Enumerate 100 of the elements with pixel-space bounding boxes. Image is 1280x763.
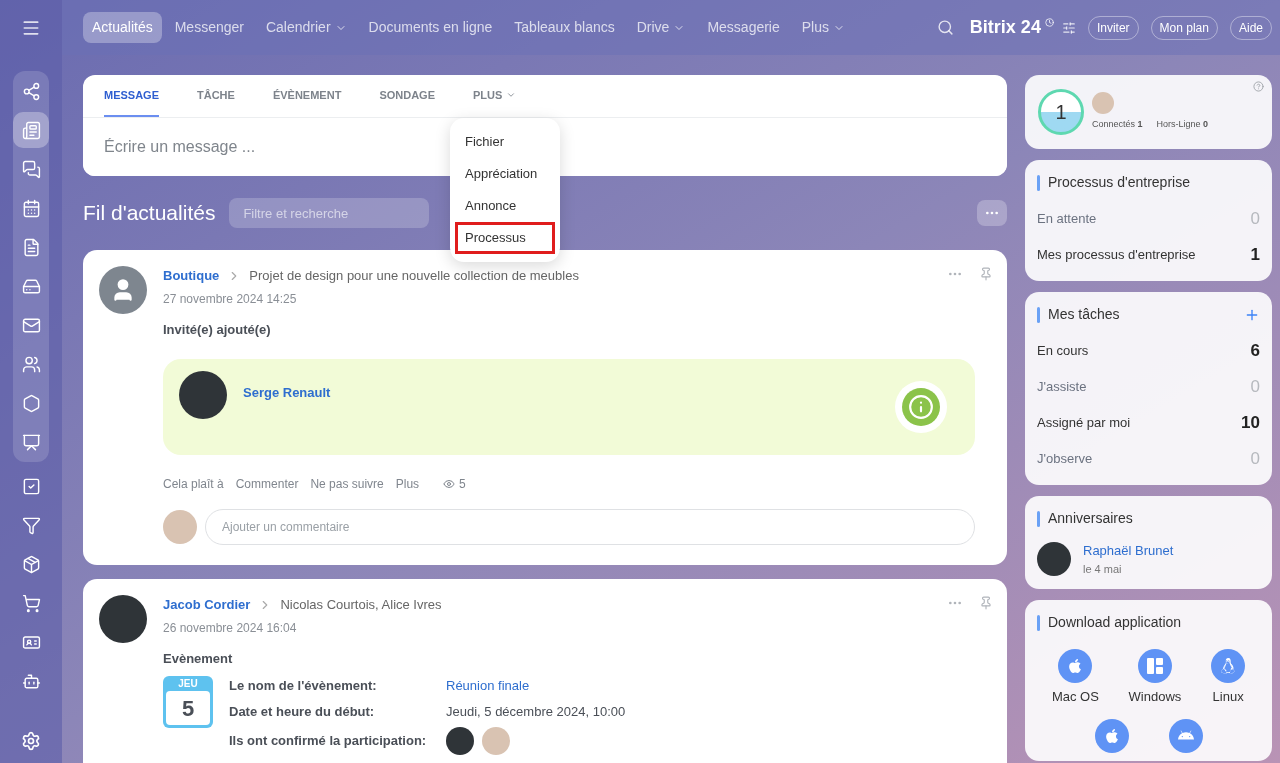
post-action-link[interactable]: Cela plaît à xyxy=(163,475,224,493)
post-heading: Invité(e) ajouté(e) xyxy=(163,320,272,339)
field-label: Le nom de l'évènement: xyxy=(229,677,378,695)
avatar-placeholder xyxy=(179,371,227,419)
post-heading: Evènement xyxy=(163,649,234,668)
counter-value: 10 xyxy=(1241,412,1260,435)
calendar-weekday: JEU xyxy=(178,677,198,691)
birthday-date: le 4 mai xyxy=(1083,561,1123,577)
pin-icon[interactable] xyxy=(979,596,993,610)
nav-tab[interactable]: Messagerie xyxy=(698,12,789,43)
more-button[interactable] xyxy=(977,200,1007,226)
apple-icon xyxy=(1067,658,1084,674)
avatar-placeholder xyxy=(446,727,474,755)
nav-tab[interactable]: Plus xyxy=(792,12,854,43)
nav-tab[interactable]: Calendrier xyxy=(256,12,356,43)
robot-app-button[interactable] xyxy=(1168,718,1203,753)
post-recipients: Projet de design pour une nouvelle collection de meubles xyxy=(249,267,579,285)
offline-label: Hors-Ligne 0 xyxy=(1156,118,1209,132)
counter-value: 0 xyxy=(1250,376,1260,399)
composer-tab[interactable]: TÂCHE xyxy=(197,75,235,117)
counter-row[interactable]: Assigné par moi 10 xyxy=(1037,405,1260,441)
avatar-placeholder xyxy=(163,510,197,544)
widget-title: Anniversaires xyxy=(1048,509,1133,528)
counter-row[interactable]: Mes processus d'entreprise 1 xyxy=(1037,237,1260,273)
app-label: Linux xyxy=(1212,688,1244,706)
event-name-link[interactable]: Réunion finale xyxy=(446,676,626,696)
author-link[interactable]: Jacob Cordier xyxy=(163,595,251,615)
sidebar-item[interactable] xyxy=(13,112,49,148)
pin-icon[interactable] xyxy=(979,267,993,281)
guest-link[interactable]: Serge Renault xyxy=(243,383,331,403)
counter-label: Mes processus d'entreprise xyxy=(1037,246,1196,265)
grid-app-button[interactable] xyxy=(1137,649,1172,683)
counter-row[interactable]: J'assiste 0 xyxy=(1037,369,1260,405)
menu-item[interactable]: Annonce xyxy=(455,190,555,222)
penguin-icon xyxy=(1220,658,1237,674)
counter-row[interactable]: En attente 0 xyxy=(1037,201,1260,237)
post-action-link[interactable]: Plus xyxy=(395,475,420,493)
post-action-link[interactable]: Commenter xyxy=(235,475,299,493)
comment-field[interactable]: Ajouter un commentaire xyxy=(205,509,975,545)
avatar-placeholder xyxy=(482,727,510,755)
nav-tab[interactable]: Tableaux blancs xyxy=(505,12,624,43)
counter-value: 1 xyxy=(1250,244,1260,267)
nav-tab[interactable]: Actualités xyxy=(83,12,162,43)
grid-icon xyxy=(1146,658,1163,674)
feed-title: Fil d'actualités xyxy=(83,200,216,227)
counter-value: 0 xyxy=(1250,208,1260,231)
online-label: Connectés 1 xyxy=(1092,118,1143,132)
brand-logo: Bitrix 24 xyxy=(969,16,1041,39)
avatar-placeholder xyxy=(1037,542,1071,576)
robot-icon xyxy=(21,671,41,691)
document-icon xyxy=(21,237,41,257)
penguin-app-button[interactable] xyxy=(1211,649,1246,683)
widget-title: Processus d'entreprise xyxy=(1048,173,1190,192)
post-recipients: Nicolas Courtois, Alice Ivres xyxy=(280,596,442,614)
cart-icon xyxy=(21,593,41,613)
avatar-placeholder xyxy=(1092,92,1114,115)
field-label: Ils ont confirmé la participation: xyxy=(229,732,428,751)
composer-tab[interactable]: ÉVÈNEMENT xyxy=(272,75,342,117)
nav-tab[interactable]: Drive xyxy=(627,12,695,43)
field-label: Date et heure du début: xyxy=(229,702,376,721)
counter-value: 0 xyxy=(1250,448,1260,471)
counter-label: Assigné par moi xyxy=(1037,414,1131,433)
app-label: Windows xyxy=(1128,688,1182,706)
person-link[interactable]: Raphaël Brunet xyxy=(1083,541,1174,561)
message-input[interactable]: Écrire un message ... xyxy=(104,135,404,159)
funnel-icon xyxy=(21,515,41,535)
settings-icon[interactable] xyxy=(21,731,41,751)
post-date: 26 novembre 2024 16:04 xyxy=(163,619,298,637)
counter-row[interactable]: En cours 6 xyxy=(1037,333,1260,369)
view-count: 5 xyxy=(459,476,466,493)
apple-app-button[interactable] xyxy=(1058,649,1093,683)
menu-item[interactable]: Fichier xyxy=(455,126,555,158)
eye-icon xyxy=(443,478,456,490)
counter-label: J'observe xyxy=(1037,450,1093,469)
presentation-board-icon xyxy=(21,432,41,452)
online-gauge: 1 xyxy=(1038,89,1084,135)
box-icon xyxy=(21,554,41,574)
search-icon[interactable] xyxy=(936,19,954,36)
counter-value: 6 xyxy=(1250,340,1260,363)
composer-tab[interactable]: SONDAGE xyxy=(379,75,435,117)
sliders-icon[interactable] xyxy=(1061,20,1076,35)
newspaper-icon xyxy=(21,120,41,140)
nav-tab[interactable]: Messenger xyxy=(165,12,253,43)
drive-icon xyxy=(21,276,41,296)
nav-tab[interactable]: Documents en ligne xyxy=(359,12,502,43)
apple-icon xyxy=(1103,727,1120,744)
apple-app-button[interactable] xyxy=(1094,718,1129,753)
menu-item[interactable]: Appréciation xyxy=(455,158,555,190)
clock-icon xyxy=(1044,18,1054,27)
menu-item[interactable]: Processus xyxy=(455,222,555,254)
composer-tab[interactable]: PLUS xyxy=(473,75,517,117)
people-icon xyxy=(21,354,41,374)
author-link[interactable]: Boutique xyxy=(163,266,220,286)
counter-row[interactable]: J'observe 0 xyxy=(1037,441,1260,477)
counter-label: J'assiste xyxy=(1037,378,1087,397)
app-label: Mac OS xyxy=(1051,688,1099,706)
post-action-link[interactable]: Ne pas suivre xyxy=(310,475,384,493)
info-icon xyxy=(908,394,934,420)
hexagon-icon xyxy=(21,393,41,413)
chat-bubbles-icon xyxy=(21,159,41,179)
